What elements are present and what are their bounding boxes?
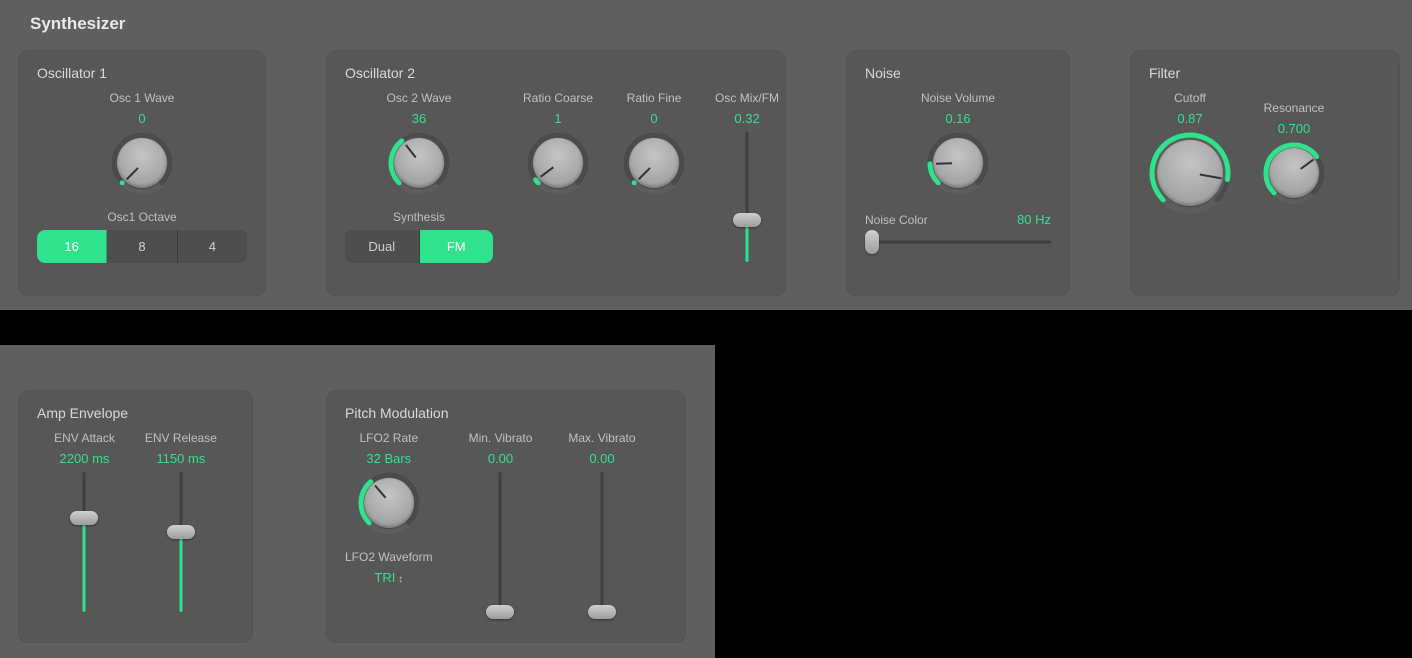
page-title: Synthesizer — [30, 14, 125, 34]
osc2-ratio-coarse-value: 1 — [554, 111, 561, 126]
pitch-max-vibrato-value: 0.00 — [589, 451, 614, 466]
pitch-lfo-rate-value: 32 Bars — [366, 451, 411, 466]
pitch-max-vibrato-label: Max. Vibrato — [568, 431, 635, 445]
amp-release-slider[interactable] — [165, 472, 197, 612]
panel-oscillator-2: Oscillator 2 Osc 2 Wave 36 Synthesis Dua… — [326, 50, 786, 296]
filter-cutoff-knob[interactable] — [1149, 132, 1231, 214]
osc2-ratio-fine-value: 0 — [650, 111, 657, 126]
osc2-ratio-fine-knob[interactable] — [623, 132, 685, 194]
panel-title: Oscillator 1 — [37, 65, 247, 81]
filter-cutoff-label: Cutoff — [1174, 91, 1206, 105]
panel-noise: Noise Noise Volume 0.16 Noise Color 80 H… — [846, 50, 1070, 296]
pitch-lfo-rate-knob[interactable] — [358, 472, 420, 534]
segment-option[interactable]: FM — [420, 230, 494, 263]
panel-title: Oscillator 2 — [345, 65, 767, 81]
osc2-ratio-coarse-knob[interactable] — [527, 132, 589, 194]
panel-pitch-modulation: Pitch Modulation LFO2 Rate 32 Bars LFO2 … — [326, 390, 686, 643]
panel-amp-envelope: Amp Envelope ENV Attack 2200 ms ENV Rele… — [18, 390, 253, 643]
segment-option[interactable]: 16 — [37, 230, 107, 263]
osc2-synthesis-label: Synthesis — [393, 210, 445, 224]
amp-attack-slider[interactable] — [68, 472, 100, 612]
osc1-wave-value: 0 — [138, 111, 145, 126]
noise-color-value: 80 Hz — [1017, 212, 1051, 227]
osc2-mix-label: Osc Mix/FM — [715, 91, 779, 105]
noise-volume-knob[interactable] — [927, 132, 989, 194]
pitch-lfo-waveform-label: LFO2 Waveform — [345, 550, 433, 564]
amp-attack-label: ENV Attack — [54, 431, 115, 445]
osc2-wave-value: 36 — [412, 111, 426, 126]
noise-color-label: Noise Color — [865, 213, 928, 227]
osc1-octave-label: Osc1 Octave — [107, 210, 176, 224]
noise-volume-label: Noise Volume — [921, 91, 995, 105]
panel-filter: Filter Cutoff 0.87 Resonance 0.700 — [1130, 50, 1400, 296]
osc1-wave-label: Osc 1 Wave — [110, 91, 175, 105]
amp-release-label: ENV Release — [145, 431, 217, 445]
osc1-wave-knob[interactable] — [111, 132, 173, 194]
panel-title: Amp Envelope — [37, 405, 234, 421]
pitch-min-vibrato-label: Min. Vibrato — [469, 431, 533, 445]
osc2-synthesis-segment: DualFM — [345, 230, 493, 263]
noise-volume-value: 0.16 — [945, 111, 970, 126]
panel-title: Filter — [1149, 65, 1381, 81]
segment-option[interactable]: Dual — [345, 230, 420, 263]
osc1-octave-segment: 1684 — [37, 230, 247, 263]
osc2-wave-label: Osc 2 Wave — [387, 91, 452, 105]
filter-resonance-value: 0.700 — [1278, 121, 1311, 136]
panel-oscillator-1: Oscillator 1 Osc 1 Wave 0 Osc1 Octave 16… — [18, 50, 266, 296]
segment-option[interactable]: 8 — [107, 230, 177, 263]
filter-cutoff-value: 0.87 — [1177, 111, 1202, 126]
osc2-ratio-fine-label: Ratio Fine — [627, 91, 682, 105]
pitch-lfo-rate-label: LFO2 Rate — [359, 431, 418, 445]
segment-option[interactable]: 4 — [178, 230, 247, 263]
pitch-min-vibrato-slider[interactable] — [484, 472, 516, 612]
panel-title: Noise — [865, 65, 1051, 81]
noise-color-slider[interactable] — [865, 233, 1051, 251]
filter-resonance-knob[interactable] — [1263, 142, 1325, 204]
osc2-mix-value: 0.32 — [734, 111, 759, 126]
panel-title: Pitch Modulation — [345, 405, 667, 421]
filter-resonance-label: Resonance — [1264, 101, 1325, 115]
osc2-wave-knob[interactable] — [388, 132, 450, 194]
amp-release-value: 1150 ms — [156, 451, 205, 466]
pitch-lfo-waveform-select[interactable]: TRI — [374, 570, 403, 585]
osc2-mix-slider[interactable] — [731, 132, 763, 262]
amp-attack-value: 2200 ms — [60, 451, 110, 466]
pitch-max-vibrato-slider[interactable] — [586, 472, 618, 612]
pitch-min-vibrato-value: 0.00 — [488, 451, 513, 466]
osc2-ratio-coarse-label: Ratio Coarse — [523, 91, 593, 105]
